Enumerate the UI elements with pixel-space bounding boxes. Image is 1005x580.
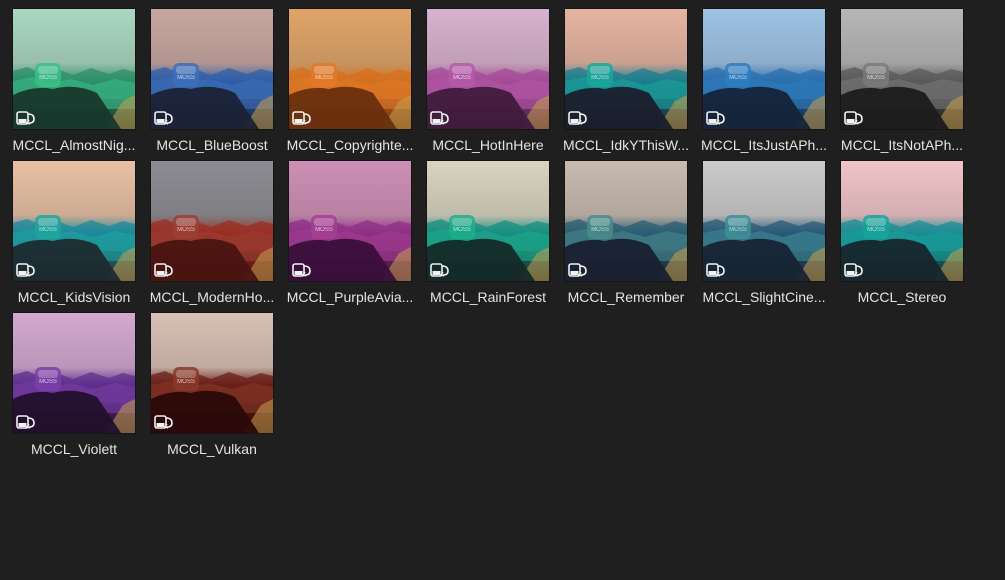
preset-label: MCCL_IdkYThisW... [562,137,690,153]
lut-preset-icon [154,261,174,278]
preset-tile[interactable]: MOSS MCCL_ModernHo... [143,160,281,312]
preset-tile[interactable]: MOSS MCCL_IdkYThisW... [557,8,695,160]
lut-preset-icon [430,261,450,278]
preset-thumbnail[interactable]: MOSS [702,8,826,130]
svg-text:MOSS: MOSS [867,75,885,81]
lut-preset-icon [844,261,864,278]
svg-text:MOSS: MOSS [591,75,609,81]
lut-preset-icon [154,413,174,430]
preset-tile[interactable]: MOSS MCCL_BlueBoost [143,8,281,160]
preset-tile[interactable]: MOSS MCCL_ItsNotAPh... [833,8,971,160]
preset-thumbnail[interactable]: MOSS [426,160,550,282]
preset-label: MCCL_AlmostNig... [12,137,136,153]
preset-thumbnail[interactable]: MOSS [564,160,688,282]
preset-thumbnail[interactable]: MOSS [702,160,826,282]
preset-thumbnail[interactable]: MOSS [840,8,964,130]
svg-text:MOSS: MOSS [39,227,57,233]
preset-tile[interactable]: MOSS MCCL_PurpleAvia... [281,160,419,312]
preset-grid: MOSS MCCL_AlmostNig... MOSS MCCL_BlueBoo… [5,8,971,464]
preset-thumbnail[interactable]: MOSS [150,8,274,130]
lut-preset-icon [568,261,588,278]
preset-label: MCCL_ItsNotAPh... [840,137,964,153]
preset-label: MCCL_Copyrighte... [286,137,414,153]
preset-tile[interactable]: MOSS MCCL_SlightCine... [695,160,833,312]
preset-label: MCCL_KidsVision [17,289,131,305]
preset-tile[interactable]: MOSS MCCL_ItsJustAPh... [695,8,833,160]
preset-thumbnail[interactable]: MOSS [12,8,136,130]
lut-preset-icon [706,109,726,126]
preset-thumbnail[interactable]: MOSS [12,160,136,282]
preset-tile[interactable]: MOSS MCCL_Stereo [833,160,971,312]
preset-thumbnail[interactable]: MOSS [426,8,550,130]
preset-label: MCCL_Violett [30,441,118,457]
svg-text:MOSS: MOSS [315,75,333,81]
preset-label: MCCL_BlueBoost [156,137,268,153]
svg-text:MOSS: MOSS [177,75,195,81]
preset-label: MCCL_RainForest [430,289,546,305]
lut-preset-icon [844,109,864,126]
lut-preset-icon [568,109,588,126]
svg-text:MOSS: MOSS [729,75,747,81]
lut-preset-icon [16,261,36,278]
svg-text:MOSS: MOSS [315,227,333,233]
lut-preset-icon [706,261,726,278]
preset-label: MCCL_Stereo [857,289,947,305]
preset-tile[interactable]: MOSS MCCL_HotInHere [419,8,557,160]
svg-text:MOSS: MOSS [39,75,57,81]
preset-label: MCCL_SlightCine... [702,289,826,305]
svg-text:MOSS: MOSS [39,379,57,385]
preset-tile[interactable]: MOSS MCCL_KidsVision [5,160,143,312]
svg-text:MOSS: MOSS [177,227,195,233]
preset-label: MCCL_PurpleAvia... [286,289,414,305]
preset-tile[interactable]: MOSS MCCL_Vulkan [143,312,281,464]
preset-thumbnail[interactable]: MOSS [150,160,274,282]
lut-preset-icon [292,261,312,278]
preset-label: MCCL_Remember [567,289,685,305]
preset-tile[interactable]: MOSS MCCL_Violett [5,312,143,464]
preset-tile[interactable]: MOSS MCCL_Copyrighte... [281,8,419,160]
preset-thumbnail[interactable]: MOSS [564,8,688,130]
svg-text:MOSS: MOSS [729,227,747,233]
preset-label: MCCL_Vulkan [167,441,257,457]
svg-text:MOSS: MOSS [453,75,471,81]
lut-preset-icon [292,109,312,126]
svg-text:MOSS: MOSS [591,227,609,233]
preset-thumbnail[interactable]: MOSS [288,160,412,282]
preset-thumbnail[interactable]: MOSS [840,160,964,282]
preset-thumbnail[interactable]: MOSS [150,312,274,434]
preset-tile[interactable]: MOSS MCCL_Remember [557,160,695,312]
preset-label: MCCL_HotInHere [432,137,544,153]
lut-preset-icon [16,413,36,430]
svg-text:MOSS: MOSS [867,227,885,233]
preset-tile[interactable]: MOSS MCCL_AlmostNig... [5,8,143,160]
preset-label: MCCL_ItsJustAPh... [700,137,828,153]
lut-preset-icon [154,109,174,126]
preset-label: MCCL_ModernHo... [149,289,275,305]
preset-thumbnail[interactable]: MOSS [12,312,136,434]
svg-text:MOSS: MOSS [177,379,195,385]
svg-text:MOSS: MOSS [453,227,471,233]
lut-preset-icon [430,109,450,126]
lut-preset-icon [16,109,36,126]
preset-thumbnail[interactable]: MOSS [288,8,412,130]
preset-tile[interactable]: MOSS MCCL_RainForest [419,160,557,312]
